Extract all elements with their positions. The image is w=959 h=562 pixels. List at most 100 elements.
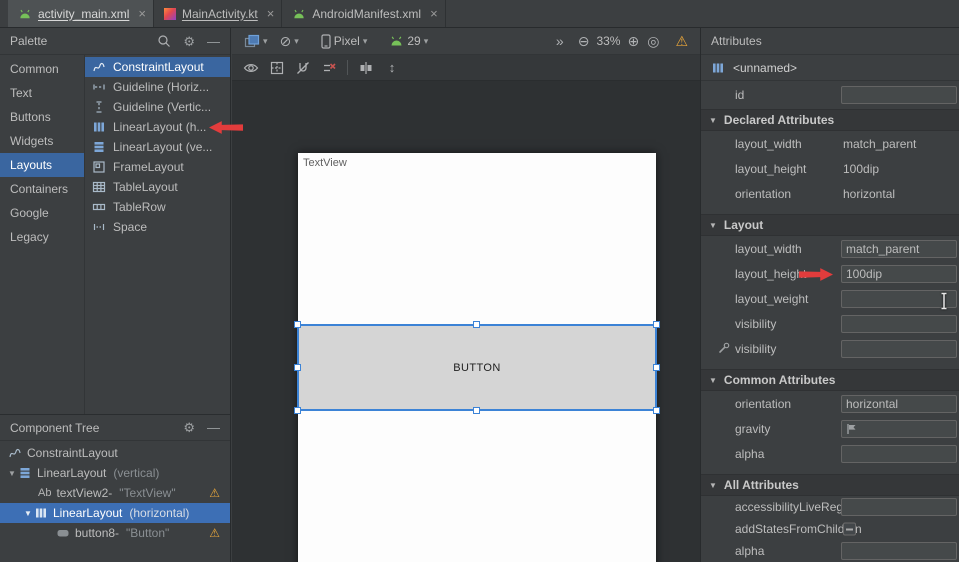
tab-mainactivity-kt[interactable]: MainActivity.kt × (154, 0, 282, 27)
resize-handle-bottom-right[interactable] (653, 407, 660, 414)
search-icon[interactable] (157, 34, 171, 48)
attribute-row-layout-height: layout_height 100dip (701, 156, 959, 181)
close-icon[interactable]: × (138, 6, 146, 21)
pack-horizontal-button[interactable] (353, 57, 379, 79)
resize-handle-bottom-center[interactable] (473, 407, 480, 414)
attribute-value[interactable]: 100dip (843, 162, 879, 176)
layout-height-input[interactable]: 100dip (841, 265, 957, 283)
palette-category-google[interactable]: Google (0, 201, 84, 225)
chevron-down-icon[interactable]: ▼ (8, 469, 18, 478)
close-icon[interactable]: × (430, 6, 438, 21)
palette-item-label: FrameLayout (113, 160, 184, 174)
design-mode-button[interactable]: ▾ (240, 30, 272, 52)
tree-item-label: button8- (75, 526, 119, 540)
palette-item-guideline-horizontal[interactable]: Guideline (Horiz... (85, 77, 230, 97)
gear-icon[interactable]: ⚙ (183, 35, 195, 48)
show-blueprint-button[interactable] (264, 57, 290, 79)
minimize-icon[interactable]: — (207, 35, 220, 48)
close-icon[interactable]: × (267, 6, 275, 21)
attribute-value[interactable]: horizontal (843, 187, 895, 201)
palette-item-tablelayout[interactable]: TableLayout (85, 177, 230, 197)
chevron-down-icon[interactable]: ▼ (24, 509, 34, 518)
zoom-to-fit-button[interactable]: ◎ (647, 34, 659, 48)
palette-category-common[interactable]: Common (0, 57, 84, 81)
layout-width-input[interactable]: match_parent (841, 240, 957, 258)
device-screen[interactable]: TextView BUTTON (298, 153, 656, 562)
api-level: 29 (407, 34, 420, 48)
warning-icon[interactable]: ⚠ (209, 486, 220, 500)
palette-category-widgets[interactable]: Widgets (0, 129, 84, 153)
device-name: Pixel (334, 34, 360, 48)
tree-item-button8[interactable]: button8-"Button" ⚠ (0, 523, 230, 543)
section-declared-attributes[interactable]: ▼ Declared Attributes (701, 109, 959, 131)
tree-item-linearlayout-horizontal[interactable]: ▼ LinearLayout(horizontal) (0, 503, 230, 523)
palette-item-linearlayout-vertical[interactable]: LinearLayout (ve... (85, 137, 230, 157)
space-icon (91, 220, 106, 234)
issues-panel-button[interactable]: ⚠ (675, 33, 688, 50)
tab-activity-main-xml[interactable]: activity_main.xml × (8, 0, 154, 27)
palette-category-text[interactable]: Text (0, 81, 84, 105)
palette-category-legacy[interactable]: Legacy (0, 225, 84, 249)
palette-item-space[interactable]: Space (85, 217, 230, 237)
view-options-button[interactable] (238, 57, 264, 79)
resize-handle-top-center[interactable] (473, 321, 480, 328)
attributes-body: <unnamed> id ▼ Declared Attributes layou… (701, 55, 959, 562)
zoom-in-button[interactable]: ⊕ (627, 34, 639, 48)
alpha-input[interactable] (841, 445, 957, 463)
chevron-down-icon: ▼ (709, 376, 717, 385)
linearlayout-horizontal-icon (91, 120, 106, 134)
canvas-button[interactable]: BUTTON (298, 362, 656, 374)
section-common-attributes[interactable]: ▼ Common Attributes (701, 369, 959, 391)
attribute-value[interactable]: match_parent (843, 137, 916, 151)
attribute-name: orientation (735, 187, 791, 201)
accessibilityliveregion-input[interactable] (841, 498, 957, 516)
palette-item-framelayout[interactable]: FrameLayout (85, 157, 230, 177)
indeterminate-checkbox[interactable] (843, 523, 856, 536)
palette-item-constraintlayout[interactable]: ConstraintLayout (85, 57, 230, 77)
visibility-input[interactable] (841, 315, 957, 333)
canvas-selected-linearlayout[interactable]: BUTTON (298, 325, 656, 410)
minimize-icon[interactable]: — (207, 421, 220, 434)
api-level-selector[interactable]: 29 ▾ (385, 30, 432, 52)
zoom-out-button[interactable]: ⊖ (578, 34, 590, 48)
id-input[interactable] (841, 86, 957, 104)
attribute-row-layout-width: layout_width match_parent (701, 131, 959, 156)
tree-item-textview2[interactable]: Ab textView2-"TextView" ⚠ (0, 483, 230, 503)
chevron-down-icon: ▼ (709, 481, 717, 490)
tools-visibility-input[interactable] (841, 340, 957, 358)
orientation-input[interactable]: horizontal (841, 395, 957, 413)
section-all-attributes[interactable]: ▼ All Attributes (701, 474, 959, 496)
palette-item-label: Guideline (Horiz... (113, 80, 209, 94)
autoconnect-off-button[interactable] (290, 57, 316, 79)
tab-androidmanifest-xml[interactable]: AndroidManifest.xml × (282, 0, 445, 27)
tree-item-linearlayout-vertical[interactable]: ▼ LinearLayout(vertical) (0, 463, 230, 483)
warning-icon[interactable]: ⚠ (209, 526, 220, 540)
tree-item-constraintlayout[interactable]: ConstraintLayout (0, 443, 230, 463)
gravity-input[interactable] (841, 420, 957, 438)
resize-handle-bottom-left[interactable] (294, 407, 301, 414)
night-mode-button[interactable]: ⊘ ▾ (276, 30, 303, 52)
palette-category-containers[interactable]: Containers (0, 177, 84, 201)
attribute-row-tools-visibility: visibility (701, 336, 959, 361)
gear-icon[interactable]: ⚙ (183, 421, 195, 434)
chevron-down-icon: ▾ (294, 36, 299, 47)
clear-constraints-button[interactable] (316, 57, 342, 79)
palette-category-layouts[interactable]: Layouts (0, 153, 84, 177)
palette-item-tablerow[interactable]: TableRow (85, 197, 230, 217)
alpha-input[interactable] (841, 542, 957, 560)
section-title: Common Attributes (724, 373, 836, 387)
resize-handle-top-left[interactable] (294, 321, 301, 328)
design-canvas[interactable]: TextView BUTTON (232, 81, 700, 562)
device-selector[interactable]: Pixel ▾ (317, 30, 372, 52)
zoom-level[interactable]: 33% (593, 34, 623, 48)
palette-item-guideline-vertical[interactable]: Guideline (Vertic... (85, 97, 230, 117)
resize-handle-mid-left[interactable] (294, 364, 301, 371)
canvas-textview[interactable]: TextView (303, 157, 347, 169)
palette-category-buttons[interactable]: Buttons (0, 105, 84, 129)
resize-handle-mid-right[interactable] (653, 364, 660, 371)
attribute-name: alpha (735, 544, 764, 558)
toolbar-overflow-icon[interactable]: » (556, 34, 564, 48)
section-layout[interactable]: ▼ Layout (701, 214, 959, 236)
expand-vertical-button[interactable]: ↕ (379, 57, 405, 79)
resize-handle-top-right[interactable] (653, 321, 660, 328)
